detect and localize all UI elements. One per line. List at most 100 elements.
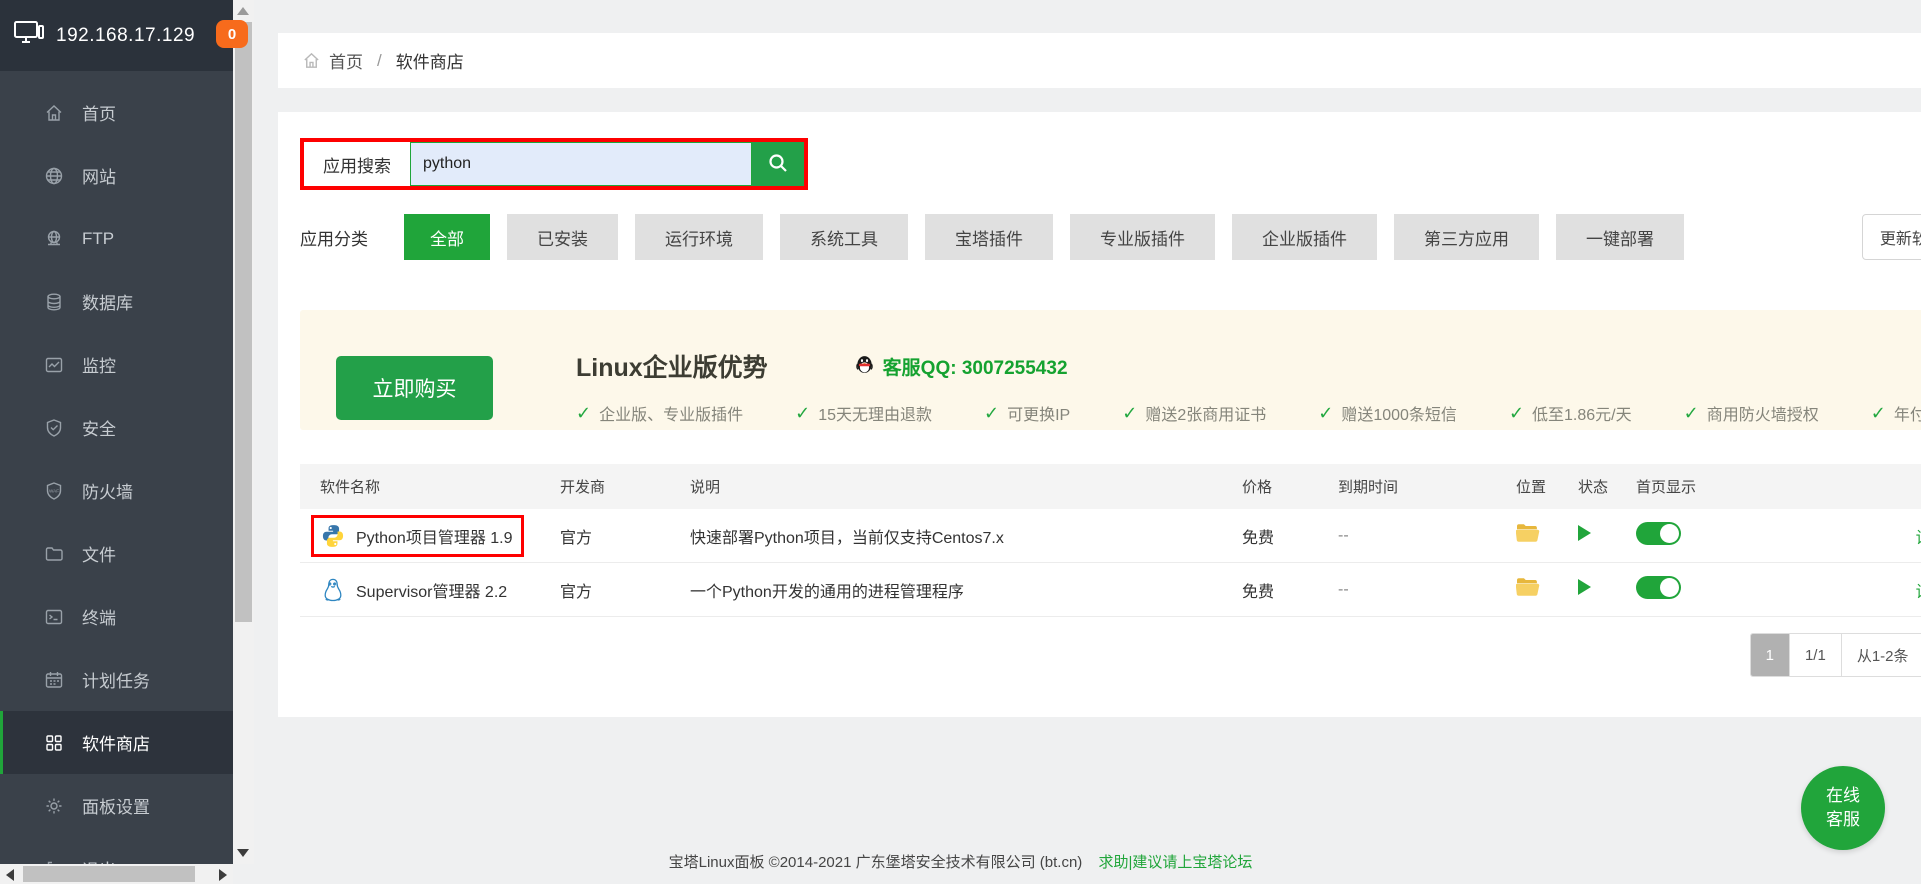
horizontal-scrollbar[interactable] [0,864,233,884]
feature-item: 企业版、专业版插件 [599,401,743,425]
home-display-toggle[interactable] [1636,576,1681,599]
category-tab-pro-plugins[interactable]: 专业版插件 [1070,214,1215,260]
qq-contact: 客服QQ: 3007255432 [883,353,1068,380]
sidebar-item-label: 终端 [82,604,116,629]
check-icon: ✓ [1122,403,1137,424]
sidebar-item-ftp[interactable]: FTP [0,207,233,270]
running-status-icon[interactable] [1578,579,1591,595]
check-icon: ✓ [984,403,999,424]
page-number-current[interactable]: 1 [1751,634,1790,676]
cs-line1: 在线 [1826,784,1860,808]
sidebar-item-monitor[interactable]: 监控 [0,333,233,396]
buy-now-button[interactable]: 立即购买 [336,356,493,420]
open-folder-icon[interactable] [1516,530,1540,547]
feature-item: 赠送1000条短信 [1341,401,1457,425]
database-icon [43,291,65,313]
waf-shield-icon: WAF [43,480,65,502]
message-count-badge[interactable]: 0 [216,20,248,48]
ftp-icon [43,228,65,250]
search-label: 应用搜索 [304,142,410,186]
page-range: 从1-2条 [1842,634,1921,676]
category-tab-installed[interactable]: 已安装 [507,214,618,260]
open-folder-icon[interactable] [1516,584,1540,601]
banner-title: Linux企业版优势 [576,348,768,384]
sidebar-item-website[interactable]: 网站 [0,144,233,207]
scroll-left-arrow-icon[interactable] [6,869,14,881]
col-description: 说明 [672,476,1224,497]
sidebar-item-label: 防火墙 [82,478,133,503]
check-icon: ✓ [1509,403,1524,424]
sidebar-item-label: 计划任务 [82,667,150,692]
sidebar-item-label: 面板设置 [82,793,150,818]
enterprise-promo-banner: 立即购买 Linux企业版优势 客服QQ: 3007255432 ✓ 企业版、专业… [300,310,1921,430]
feature-item: 可更换IP [1007,401,1070,425]
sidebar-item-panel-settings[interactable]: 面板设置 [0,774,233,837]
sidebar-item-home[interactable]: 首页 [0,81,233,144]
scroll-up-arrow-icon[interactable] [237,7,249,15]
sidebar-item-database[interactable]: 数据库 [0,270,233,333]
sidebar-item-terminal[interactable]: 终端 [0,585,233,648]
category-tab-third-party[interactable]: 第三方应用 [1394,214,1539,260]
shield-check-icon [43,417,65,439]
software-name[interactable]: Supervisor管理器 2.2 [356,578,507,602]
main-content: 首页 / 软件商店 应用搜索 应用分类 全部 已安装 运行环境 [254,0,1921,884]
customer-service-button[interactable]: 在线 客服 [1801,766,1885,850]
app-window: 192.168.17.129 首页 网站 FTP 数据库 监控 [0,0,1921,884]
footer-forum-link[interactable]: 求助|建议请上宝塔论坛 [1098,854,1252,871]
check-icon: ✓ [576,403,591,424]
sidebar-item-security[interactable]: 安全 [0,396,233,459]
breadcrumb-home[interactable]: 首页 [329,48,363,73]
home-display-toggle[interactable] [1636,522,1681,545]
check-icon: ✓ [1318,403,1333,424]
col-software-name: 软件名称 [300,476,542,497]
server-header[interactable]: 192.168.17.129 [0,0,233,71]
sidebar-item-cron[interactable]: 计划任务 [0,648,233,711]
category-tab-bt-plugins[interactable]: 宝塔插件 [925,214,1053,260]
vertical-scrollbar-thumb[interactable] [235,22,252,622]
scroll-right-arrow-icon[interactable] [219,869,227,881]
price: 免费 [1224,524,1320,548]
feature-item: 15天无理由退款 [818,401,932,425]
col-expire: 到期时间 [1320,476,1498,497]
sidebar-item-firewall[interactable]: WAF 防火墙 [0,459,233,522]
search-annotation-box: 应用搜索 [300,138,808,190]
terminal-icon [43,606,65,628]
settings-link[interactable]: 设置 [1916,530,1921,547]
breadcrumb-home-icon [302,51,321,70]
sidebar-nav: 首页 网站 FTP 数据库 监控 安全 WAF [0,71,233,884]
sidebar-item-label: 软件商店 [82,730,150,755]
search-button[interactable] [752,142,804,186]
category-tab-system-tools[interactable]: 系统工具 [780,214,908,260]
table-header-row: 软件名称 开发商 说明 价格 到期时间 位置 状态 首页显示 操作 [300,464,1921,509]
linux-penguin-icon [320,577,346,603]
category-tab-one-click[interactable]: 一键部署 [1556,214,1684,260]
sidebar-item-app-store[interactable]: 软件商店 [0,711,233,774]
check-icon: ✓ [1684,403,1699,424]
category-tab-all[interactable]: 全部 [404,214,490,260]
software-name[interactable]: Python项目管理器 1.9 [356,524,513,548]
sidebar-item-files[interactable]: 文件 [0,522,233,585]
category-tab-runtime[interactable]: 运行环境 [635,214,763,260]
gear-icon [43,795,65,817]
feature-item: 赠送2张商用证书 [1145,401,1266,425]
col-price: 价格 [1224,476,1320,497]
col-location: 位置 [1498,476,1560,497]
python-manager-annotation-box[interactable]: Python项目管理器 1.9 [311,515,524,557]
feature-list: ✓ 企业版、专业版插件 ✓ 15天无理由退款 ✓ 可更换IP ✓ 赠送2张商用证书 ✓ 赠… [576,401,1921,425]
search-input[interactable] [410,142,752,186]
running-status-icon[interactable] [1578,525,1591,541]
settings-link[interactable]: 设置 [1916,584,1921,601]
monitor-icon [14,20,44,51]
app-store-card: 应用搜索 应用分类 全部 已安装 运行环境 系统工具 宝塔插件 专业版插件 企业… [278,112,1921,717]
sidebar-item-label: 数据库 [82,289,133,314]
footer: 宝塔Linux面板 ©2014-2021 广东堡塔安全技术有限公司 (bt.cn… [0,851,1921,872]
update-software-list-button[interactable]: 更新软件列表 [1862,214,1921,260]
vertical-scrollbar[interactable] [233,0,254,864]
horizontal-scrollbar-thumb[interactable] [23,866,195,882]
category-tab-enterprise-plugins[interactable]: 企业版插件 [1232,214,1377,260]
table-row: Supervisor管理器 2.2 官方 一个Python开发的通用的进程管理程… [300,563,1921,617]
category-label: 应用分类 [300,225,368,250]
python-logo-icon [320,523,346,549]
cs-line2: 客服 [1826,808,1860,832]
grid-icon [43,732,65,754]
